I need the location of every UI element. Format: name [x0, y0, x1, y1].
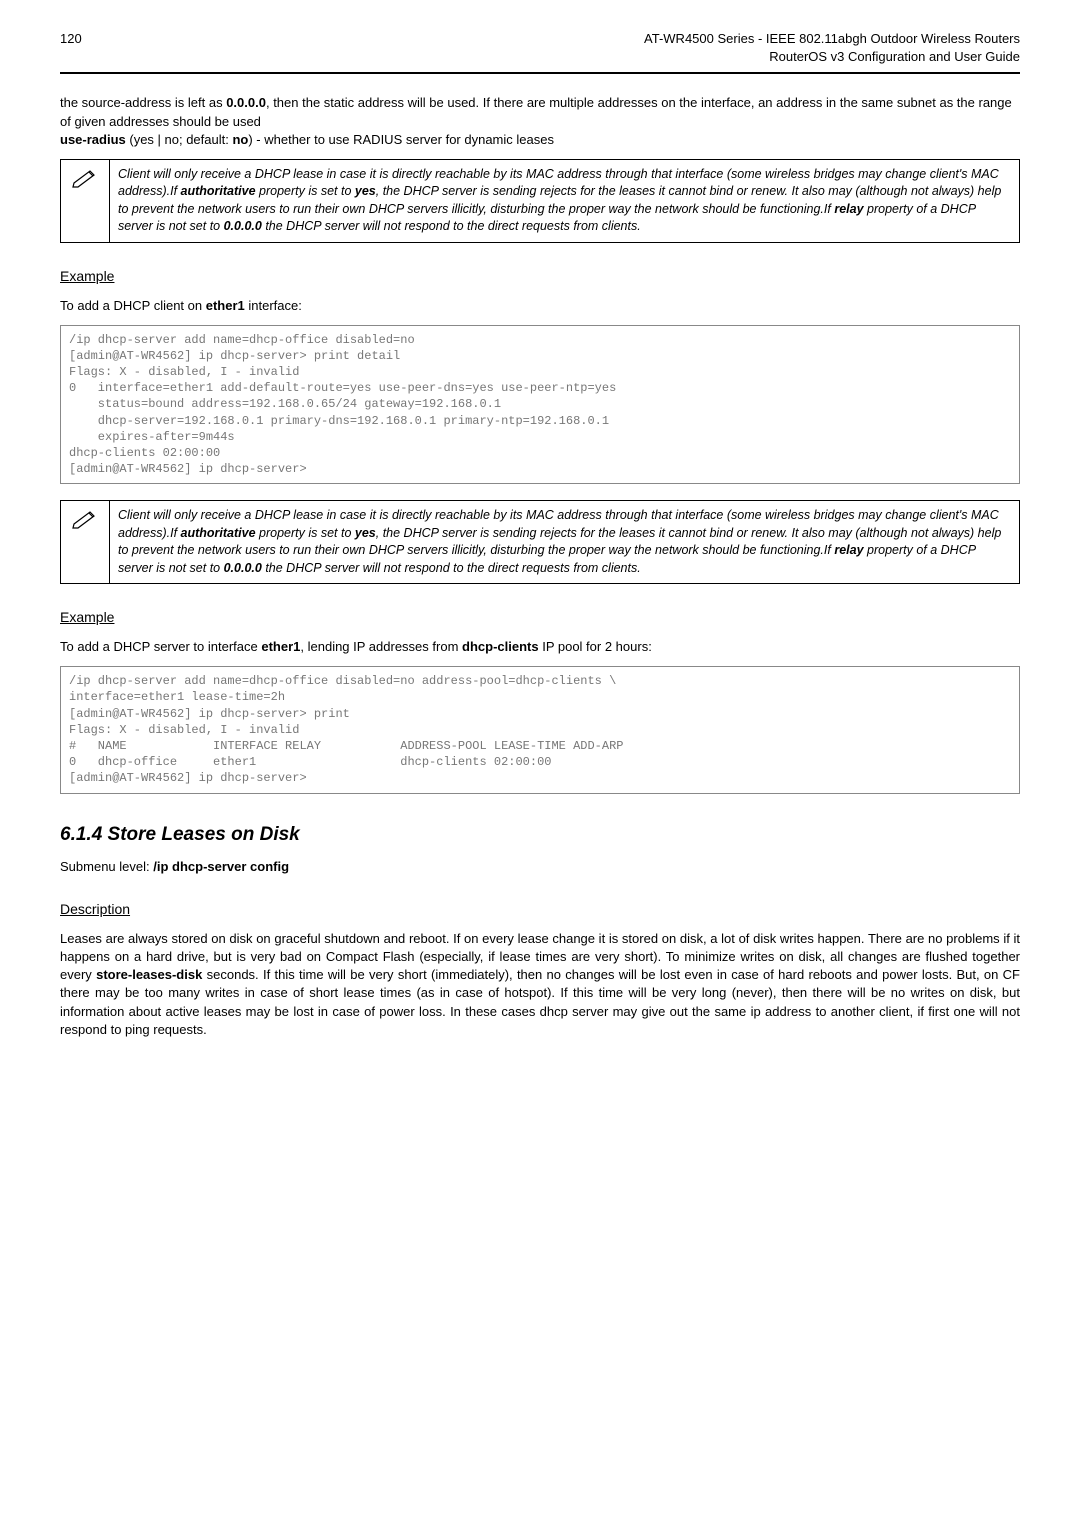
note-text-1: Client will only receive a DHCP lease in… — [110, 160, 1019, 242]
n2-c: property is set to — [256, 526, 355, 540]
example-1-heading: Example — [60, 267, 1020, 287]
sub-a: Submenu level: — [60, 859, 153, 874]
n1-d: yes — [355, 184, 376, 198]
header-title-block: AT-WR4500 Series - IEEE 802.11abgh Outdo… — [644, 30, 1020, 66]
header-line-1: AT-WR4500 Series - IEEE 802.11abgh Outdo… — [644, 30, 1020, 48]
submenu-level: Submenu level: /ip dhcp-server config — [60, 858, 1020, 876]
desc-b: store-leases-disk — [96, 967, 202, 982]
intro-paragraph: the source-address is left as 0.0.0.0, t… — [60, 94, 1020, 149]
note-box-2: Client will only receive a DHCP lease in… — [60, 500, 1020, 584]
note-icon-2 — [61, 501, 110, 583]
page-header: 120 AT-WR4500 Series - IEEE 802.11abgh O… — [60, 30, 1020, 70]
description-heading: Description — [60, 900, 1020, 920]
header-line-2: RouterOS v3 Configuration and User Guide — [644, 48, 1020, 66]
intro-bold-1: 0.0.0.0 — [226, 95, 266, 110]
e2-d: dhcp-clients — [462, 639, 539, 654]
n1-f: relay — [834, 202, 863, 216]
note-text-2: Client will only receive a DHCP lease in… — [110, 501, 1019, 583]
e2-a: To add a DHCP server to interface — [60, 639, 261, 654]
n1-i: the DHCP server will not respond to the … — [262, 219, 641, 233]
header-rule — [60, 72, 1020, 74]
page-number: 120 — [60, 30, 82, 66]
pencil-icon — [72, 168, 98, 188]
code-block-1: /ip dhcp-server add name=dhcp-office dis… — [60, 325, 1020, 485]
intro-bold-3: no — [232, 132, 248, 147]
desc-c: seconds. If this time will be very short… — [60, 967, 1020, 1037]
intro-text-2b: (yes | no; default: — [126, 132, 233, 147]
note-box-1: Client will only receive a DHCP lease in… — [60, 159, 1020, 243]
sub-b: /ip dhcp-server config — [153, 859, 289, 874]
e1-a: To add a DHCP client on — [60, 298, 206, 313]
intro-bold-2: use-radius — [60, 132, 126, 147]
description-text: Leases are always stored on disk on grac… — [60, 930, 1020, 1039]
n1-c: property is set to — [256, 184, 355, 198]
example-1-lead: To add a DHCP client on ether1 interface… — [60, 297, 1020, 315]
intro-text-1a: the source-address is left as — [60, 95, 226, 110]
e1-b: ether1 — [206, 298, 245, 313]
n1-b: authoritative — [181, 184, 256, 198]
store-leases-heading: 6.1.4 Store Leases on Disk — [60, 822, 1020, 849]
n2-f: relay — [834, 543, 863, 557]
e1-c: interface: — [245, 298, 302, 313]
n2-d: yes — [355, 526, 376, 540]
pencil-icon — [72, 509, 98, 529]
e2-b: ether1 — [261, 639, 300, 654]
n2-h: 0.0.0.0 — [224, 561, 262, 575]
example-2-heading: Example — [60, 608, 1020, 628]
n1-h: 0.0.0.0 — [224, 219, 262, 233]
intro-text-2d: ) - whether to use RADIUS server for dyn… — [248, 132, 554, 147]
n2-i: the DHCP server will not respond to the … — [262, 561, 641, 575]
e2-e: IP pool for 2 hours: — [539, 639, 652, 654]
code-block-2: /ip dhcp-server add name=dhcp-office dis… — [60, 666, 1020, 793]
example-2-lead: To add a DHCP server to interface ether1… — [60, 638, 1020, 656]
n2-b: authoritative — [181, 526, 256, 540]
note-icon — [61, 160, 110, 242]
e2-c: , lending IP addresses from — [300, 639, 462, 654]
